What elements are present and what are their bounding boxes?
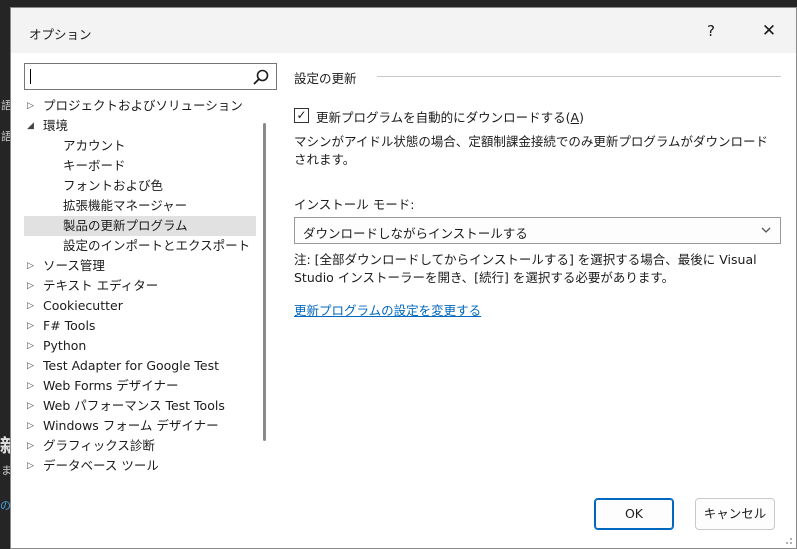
tree-item-label: ソース管理 xyxy=(43,258,105,273)
expand-arrow-icon[interactable]: ▷ xyxy=(27,356,39,376)
tree-item-account[interactable]: アカウント xyxy=(24,136,256,156)
expand-arrow-icon[interactable]: ▷ xyxy=(27,316,39,336)
tree-item-label: 設定のインポートとエクスポート xyxy=(63,238,251,253)
install-mode-note: 注: [全部ダウンロードしてからインストールする] を選択する場合、最後に Vi… xyxy=(294,252,757,285)
tree-item-label: Python xyxy=(43,338,87,353)
options-tree: ▷ プロジェクトおよびソリューション ◢ 環境 アカウント キーボード フォント… xyxy=(24,96,277,472)
text-caret xyxy=(30,69,31,84)
section-title: 設定の更新 xyxy=(294,71,357,86)
section-divider xyxy=(377,76,781,77)
dialog-title: オプション xyxy=(29,27,92,42)
tree-item-web-performance[interactable]: ▷ Web パフォーマンス Test Tools xyxy=(24,396,256,416)
tree-item-text-editor[interactable]: ▷ テキスト エディター xyxy=(24,276,256,296)
tree-item-import-export[interactable]: 設定のインポートとエクスポート xyxy=(24,236,256,256)
access-key: A xyxy=(570,110,580,125)
expand-arrow-icon[interactable]: ▷ xyxy=(27,276,39,296)
tree-item-label: プロジェクトおよびソリューション xyxy=(43,98,243,113)
tree-item-keyboard[interactable]: キーボード xyxy=(24,156,256,176)
change-update-settings-link[interactable]: 更新プログラムの設定を変更する xyxy=(294,300,481,319)
search-icon[interactable] xyxy=(252,68,270,86)
tree-item-web-forms-designer[interactable]: ▷ Web Forms デザイナー xyxy=(24,376,256,396)
expand-arrow-icon[interactable]: ▷ xyxy=(27,456,39,472)
tree-item-fsharp-tools[interactable]: ▷ F# Tools xyxy=(24,316,256,336)
install-mode-selected-value: ダウンロードしながらインストールする xyxy=(303,226,528,241)
tree-item-label: Web パフォーマンス Test Tools xyxy=(43,398,225,413)
expand-arrow-icon[interactable]: ▷ xyxy=(27,96,39,116)
help-button[interactable]: ? xyxy=(691,16,731,46)
tree-item-label: 環境 xyxy=(43,118,69,133)
tree-item-label: グラフィックス診断 xyxy=(43,438,155,453)
tree-item-label: Cookiecutter xyxy=(43,298,123,313)
expand-arrow-icon[interactable]: ▷ xyxy=(27,376,39,396)
expand-arrow-icon[interactable]: ▷ xyxy=(27,396,39,416)
expand-arrow-icon[interactable]: ▷ xyxy=(27,436,39,456)
close-icon[interactable]: ✕ xyxy=(749,16,789,46)
search-input[interactable] xyxy=(29,67,244,86)
expand-arrow-icon[interactable]: ▷ xyxy=(27,416,39,436)
tree-scrollbar[interactable] xyxy=(263,123,266,441)
tree-item-product-updates[interactable]: 製品の更新プログラム xyxy=(24,216,256,236)
tree-item-environment[interactable]: ◢ 環境 xyxy=(24,116,256,136)
tree-item-label: フォントおよび色 xyxy=(63,178,164,193)
tree-item-cookiecutter[interactable]: ▷ Cookiecutter xyxy=(24,296,256,316)
auto-download-label[interactable]: 更新プログラムを自動的にダウンロードする(A) xyxy=(316,107,584,126)
tree-item-projects-solutions[interactable]: ▷ プロジェクトおよびソリューション xyxy=(24,96,256,116)
expand-arrow-icon[interactable]: ▷ xyxy=(27,296,39,316)
tree-item-extensions[interactable]: 拡張機能マネージャー xyxy=(24,196,256,216)
tree-item-label: テキスト エディター xyxy=(43,278,159,293)
tree-item-label: データベース ツール xyxy=(43,458,159,472)
options-dialog: オプション ? ✕ ▷ プロジェクトおよびソリューション ◢ 環境 アカウント … xyxy=(10,7,797,549)
tree-item-label: キーボード xyxy=(63,158,126,173)
tree-item-test-adapter[interactable]: ▷ Test Adapter for Google Test xyxy=(24,356,256,376)
ok-button[interactable]: OK xyxy=(594,498,674,530)
cancel-button[interactable]: キャンセル xyxy=(695,498,775,530)
expand-arrow-icon[interactable]: ▷ xyxy=(27,336,39,356)
tree-item-label: F# Tools xyxy=(43,318,96,333)
resize-grip-icon[interactable] xyxy=(783,535,793,545)
tree-item-label: Windows フォーム デザイナー xyxy=(43,418,219,433)
collapse-arrow-icon[interactable]: ◢ xyxy=(27,116,39,136)
auto-download-checkbox[interactable]: ✓ xyxy=(294,108,309,123)
chevron-down-icon xyxy=(761,227,771,233)
tree-item-label: 拡張機能マネージャー xyxy=(63,198,188,213)
auto-download-label-text: 更新プログラムを自動的にダウンロードする( xyxy=(316,110,571,125)
tree-item-label: Test Adapter for Google Test xyxy=(43,358,219,373)
tree-item-fonts-colors[interactable]: フォントおよび色 xyxy=(24,176,256,196)
tree-item-database-tools[interactable]: ▷ データベース ツール xyxy=(24,456,256,472)
title-bar: オプション ? ✕ xyxy=(11,8,796,53)
expand-arrow-icon[interactable]: ▷ xyxy=(27,256,39,276)
tree-item-python[interactable]: ▷ Python xyxy=(24,336,256,356)
install-mode-label: インストール モード: xyxy=(294,197,415,212)
tree-item-label: Web Forms デザイナー xyxy=(43,378,179,393)
tree-item-source-control[interactable]: ▷ ソース管理 xyxy=(24,256,256,276)
auto-download-description: マシンがアイドル状態の場合、定額制課金接続でのみ更新プログラムがダウンロードされ… xyxy=(294,134,769,167)
install-mode-dropdown[interactable]: ダウンロードしながらインストールする xyxy=(294,217,781,244)
options-search-box[interactable] xyxy=(24,63,277,90)
tree-item-label: アカウント xyxy=(63,138,126,153)
auto-download-label-suffix: ) xyxy=(579,110,584,125)
tree-item-label: 製品の更新プログラム xyxy=(63,218,188,233)
tree-item-windows-forms-designer[interactable]: ▷ Windows フォーム デザイナー xyxy=(24,416,256,436)
tree-item-graphics-diagnostics[interactable]: ▷ グラフィックス診断 xyxy=(24,436,256,456)
